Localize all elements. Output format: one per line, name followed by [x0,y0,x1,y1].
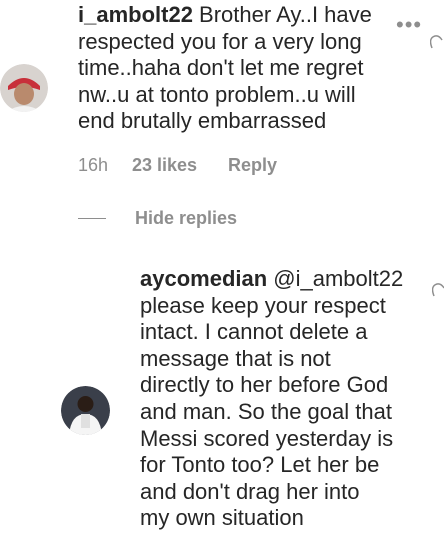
reply-username[interactable]: aycomedian [140,266,267,291]
more-options-icon[interactable]: ••• [396,14,422,36]
comment-meta: 16h 23 likes Reply [78,155,277,176]
comment-likes[interactable]: 23 likes [132,155,228,176]
comment-time: 16h [78,155,109,175]
comment-body: i_ambolt22 Brother Ay..I have respected … [78,2,396,135]
like-heart-icon[interactable] [430,34,444,50]
reply-like-heart-icon[interactable] [432,282,444,298]
hide-replies-button[interactable]: Hide replies [135,208,237,229]
comment-username[interactable]: i_ambolt22 [78,2,193,27]
reply-body: aycomedian @i_ambolt22 please keep your … [140,266,444,532]
commenter-avatar[interactable] [0,64,48,112]
replier-avatar[interactable] [61,386,110,435]
reply-text: @i_ambolt22 please keep your respect int… [140,266,404,531]
reply-button[interactable]: Reply [228,155,277,176]
hide-replies-divider [78,218,106,219]
